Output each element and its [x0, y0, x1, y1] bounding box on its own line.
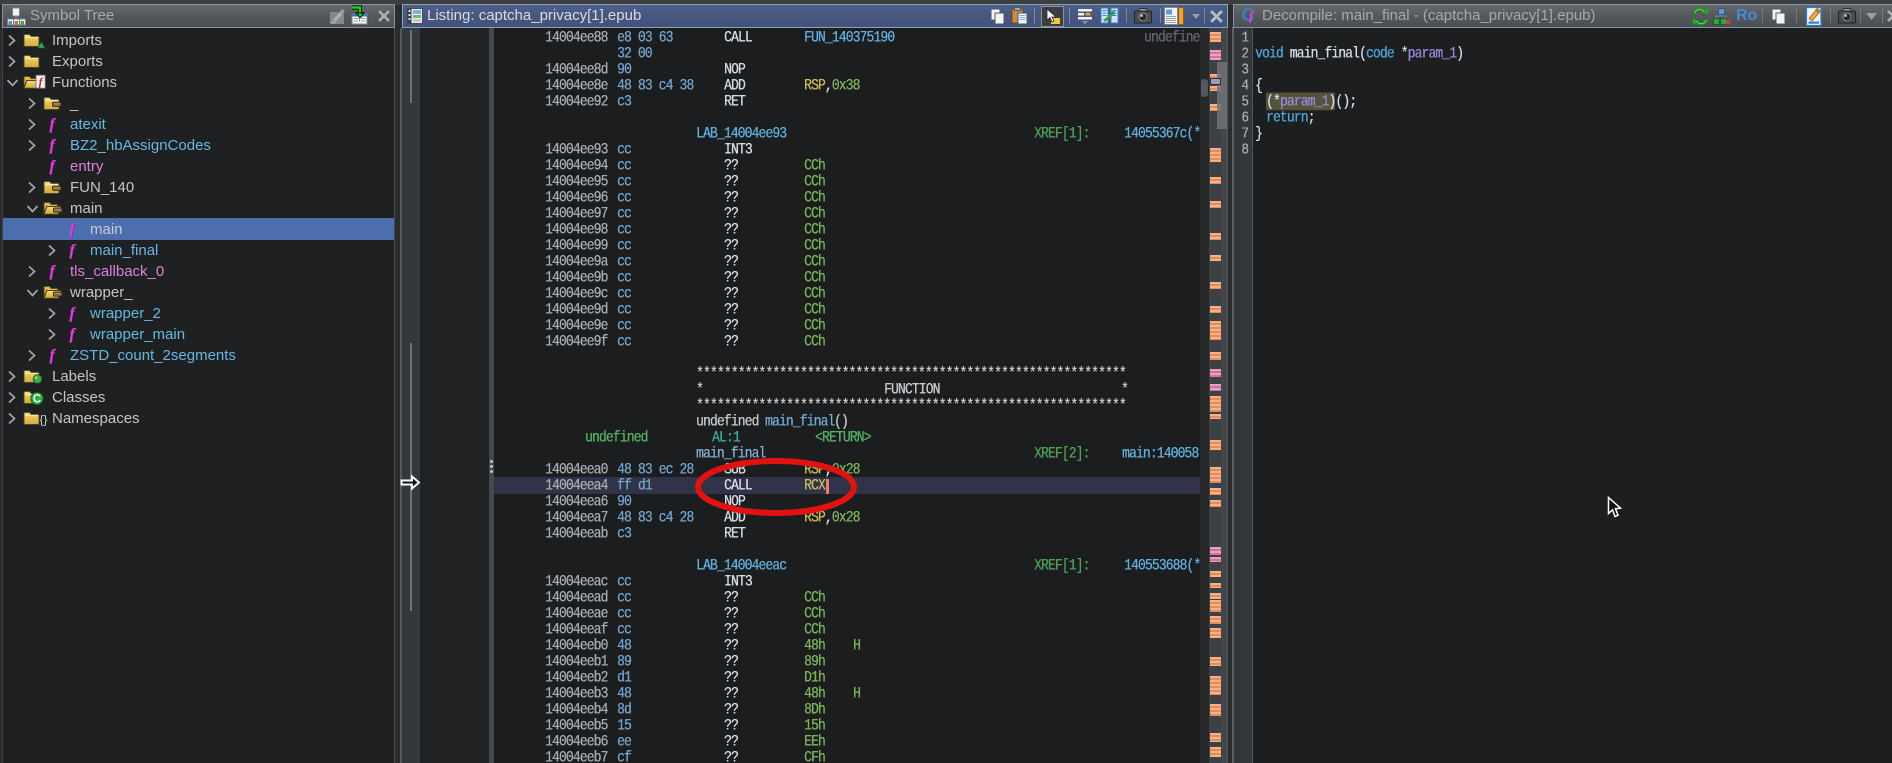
svg-text:{}: {} — [40, 413, 48, 427]
svg-text:C: C — [33, 394, 41, 406]
